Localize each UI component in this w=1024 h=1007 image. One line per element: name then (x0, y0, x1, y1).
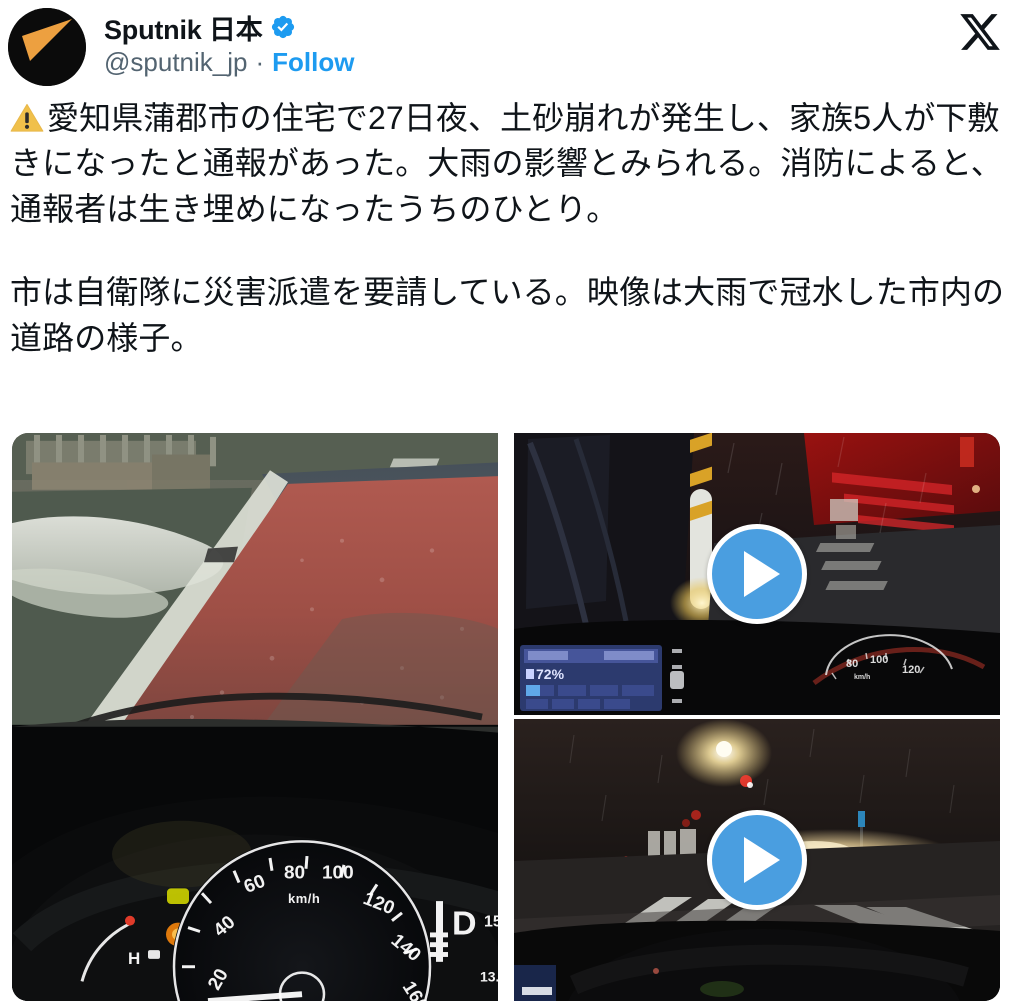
tweet-paragraph-2: 市は自衛隊に災害派遣を要請している。映像は大雨で冠水した市内の道路の様子。 (10, 274, 1005, 356)
tweet-header: sputnik-avatar Sputnik 日本 @sputnik_jp · … (0, 0, 1024, 96)
warning-triangle-emoji-icon (10, 103, 44, 132)
svg-text:159: 159 (484, 914, 498, 931)
media-grid: 大雨で冠水した道路を走る車のフロントガラス越しの映像 (12, 433, 1000, 1007)
svg-text:72%: 72% (536, 666, 565, 682)
flooded-road-image: 20 40 60 80 100 120 140 160 180 km/h (12, 433, 498, 1001)
x-logo-icon[interactable] (958, 10, 1002, 54)
play-button-top-right[interactable]: Play (707, 524, 807, 624)
sputnik-avatar-icon (8, 8, 86, 86)
svg-text:D: D (452, 906, 477, 943)
tweet-paragraph-1: 愛知県蒲郡市の住宅で27日夜、土砂崩れが発生し、家族5人が下敷きになったと通報が… (10, 96, 1014, 232)
svg-text:80: 80 (284, 862, 305, 883)
tweet-card: sputnik-avatar Sputnik 日本 @sputnik_jp · … (0, 0, 1024, 1007)
media-tile-left[interactable]: 大雨で冠水した道路を走る車のフロントガラス越しの映像 (12, 433, 498, 1001)
author-name-row: Sputnik 日本 (104, 10, 354, 45)
avatar[interactable]: sputnik-avatar (8, 8, 86, 86)
play-triangle-icon (744, 551, 780, 597)
play-triangle-icon (744, 837, 780, 883)
svg-text:13.1: 13.1 (480, 969, 498, 985)
svg-text:km/h: km/h (288, 891, 320, 906)
svg-text:H: H (128, 949, 140, 968)
svg-text:100: 100 (322, 862, 354, 883)
tweet-paragraph-1-text: 愛知県蒲郡市の住宅で27日夜、土砂崩れが発生し、家族5人が下敷きになったと通報が… (10, 100, 1003, 227)
separator-dot: · (255, 47, 265, 77)
author-handle: @sputnik_jp (104, 46, 248, 77)
tweet-body: 愛知県蒲郡市の住宅で27日夜、土砂崩れが発生し、家族5人が下敷きになったと通報が… (0, 96, 1024, 361)
media-tile-top-right[interactable]: 夜間、冠水した交差点を走行する車内からの映像 (514, 433, 1000, 715)
svg-text:120: 120 (902, 664, 920, 676)
author-handle-row: @sputnik_jp · Follow (104, 46, 354, 78)
play-button-bottom-right[interactable]: Play (707, 810, 807, 910)
display-name: Sputnik 日本 (104, 14, 263, 45)
svg-text:km/h: km/h (854, 674, 870, 681)
author-identity: Sputnik 日本 @sputnik_jp · Follow (104, 10, 354, 78)
media-tile-bottom-right[interactable]: 夜間、雨の中の横断歩道を走行する車内からの映像 (514, 719, 1000, 1001)
verified-badge-icon (271, 15, 294, 39)
follow-button[interactable]: Follow (272, 47, 354, 78)
